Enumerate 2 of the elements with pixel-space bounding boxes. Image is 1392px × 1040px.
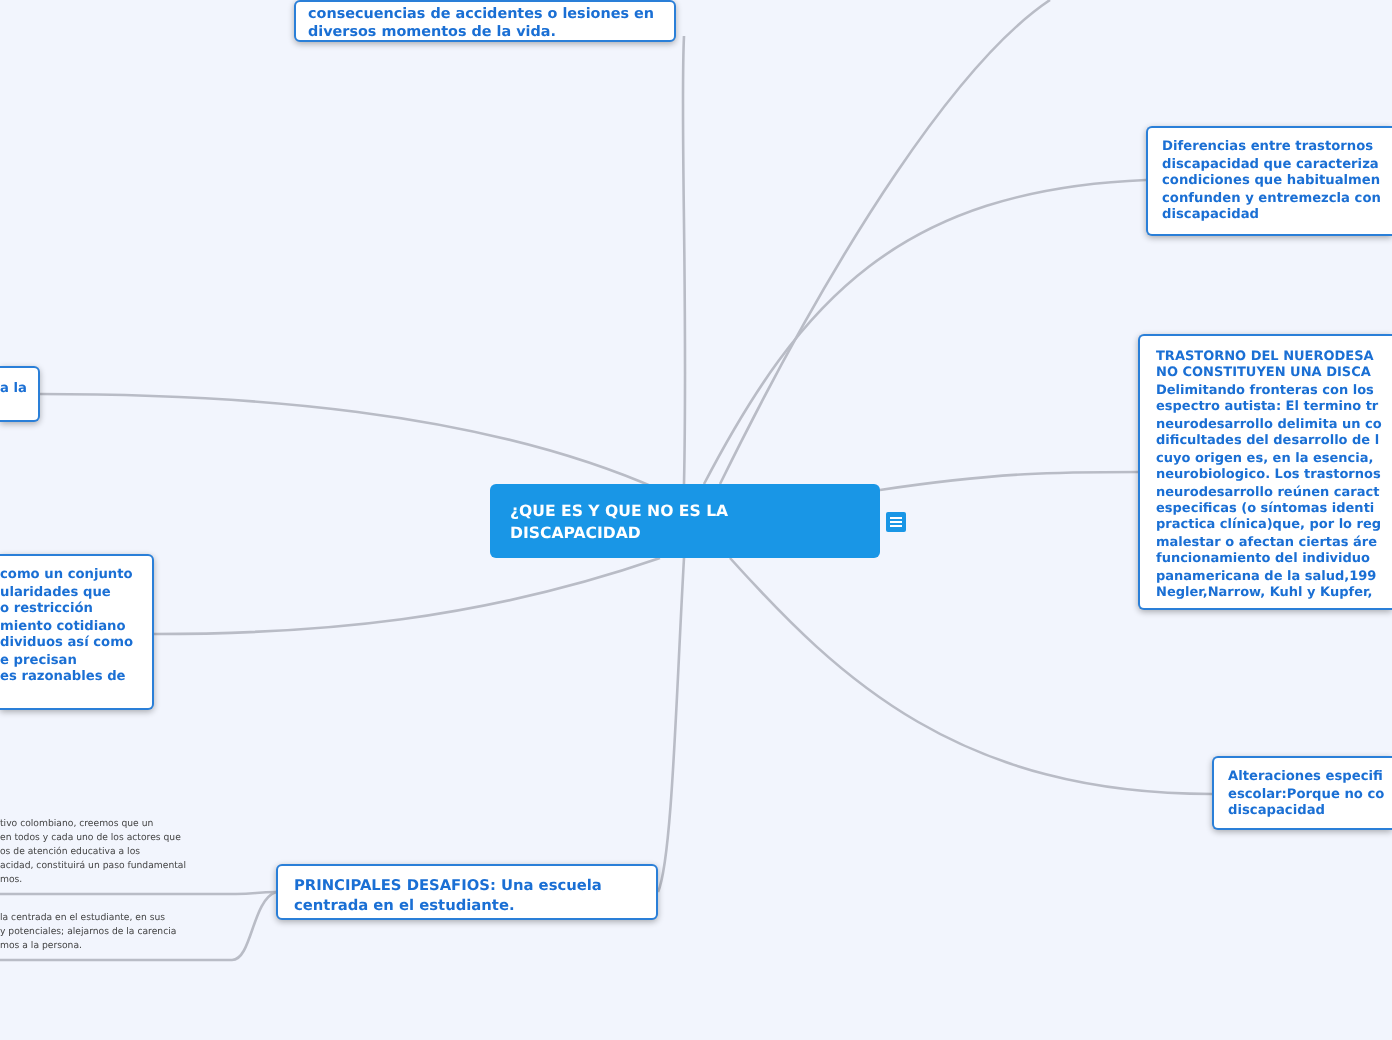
topic-node[interactable] [1138, 334, 1392, 610]
note-icon[interactable] [886, 512, 906, 532]
